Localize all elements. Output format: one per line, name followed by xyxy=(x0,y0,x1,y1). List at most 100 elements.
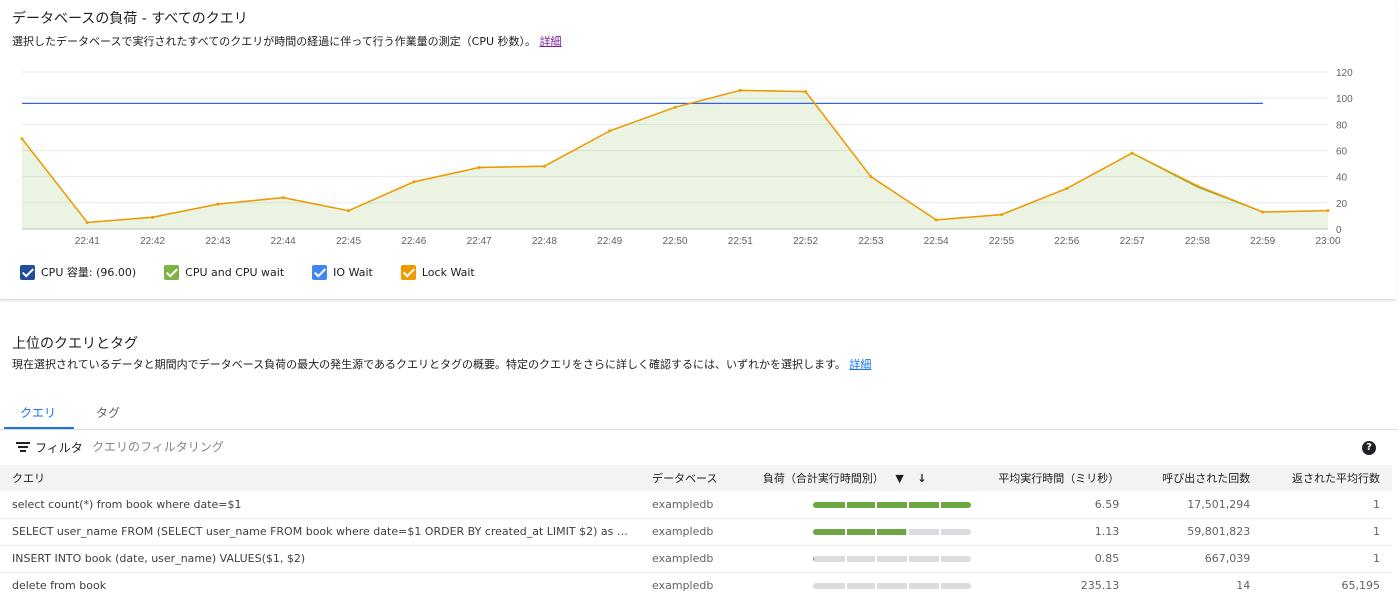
x-tick-label: 22:48 xyxy=(532,236,557,247)
legend-checkbox[interactable] xyxy=(400,264,416,280)
load-bar-separator xyxy=(906,529,909,535)
y-tick-label: 60 xyxy=(1336,147,1348,158)
y-tick-label: 0 xyxy=(1336,225,1342,236)
legend-item[interactable]: CPU and CPU wait xyxy=(164,264,284,280)
data-point xyxy=(1130,151,1134,155)
load-bar-separator xyxy=(844,529,847,535)
chart-subtitle: 選択したデータベースで実行されたすべてのクエリが時間の経過に伴って行う作業量の測… xyxy=(12,33,562,49)
data-point xyxy=(869,175,873,179)
column-header-query[interactable]: クエリ xyxy=(0,465,640,491)
x-tick-label: 22:44 xyxy=(271,236,296,247)
calls-cell: 667,039 xyxy=(1131,545,1263,573)
column-header-load[interactable]: 負荷（合計実行時間別） ▼ ↓ xyxy=(749,465,983,491)
x-tick-label: 22:50 xyxy=(662,236,687,247)
avg-time-cell: 1.13 xyxy=(982,518,1132,546)
load-bar-fill xyxy=(812,501,971,508)
load-bar-cell xyxy=(748,572,983,599)
data-point xyxy=(608,129,612,133)
filter-label[interactable]: フィルタ xyxy=(35,439,83,456)
top-queries-subtitle: 現在選択されているデータと期間内でデータベース負荷の最大の発生源であるクエリとタ… xyxy=(12,356,871,372)
load-bar-separator xyxy=(874,556,877,562)
avg-time-cell: 0.85 xyxy=(982,545,1132,573)
x-tick-label: 22:42 xyxy=(140,236,165,247)
legend-checkbox[interactable] xyxy=(312,264,328,280)
data-point xyxy=(804,90,808,94)
load-bar-cell xyxy=(748,491,983,519)
legend-label: CPU 容量: (96.00) xyxy=(41,266,137,279)
legend-label: CPU and CPU wait xyxy=(185,265,285,279)
avg-time-cell: 6.59 xyxy=(982,491,1132,519)
x-tick-label: 22:52 xyxy=(793,236,818,247)
sort-dropdown-icon[interactable]: ▼ xyxy=(895,472,903,485)
data-point xyxy=(151,215,155,219)
sort-descending-icon[interactable]: ↓ xyxy=(917,472,926,485)
table-row[interactable]: INSERT INTO book (date, user_name) VALUE… xyxy=(0,545,1392,573)
load-bar-cell xyxy=(748,545,983,573)
table-row[interactable]: select count(*) from book where date=$1 e… xyxy=(0,491,1392,519)
top-queries-subtitle-text: 現在選択されているデータと期間内でデータベース負荷の最大の発生源であるクエリとタ… xyxy=(12,358,846,371)
load-bar-separator xyxy=(938,529,941,535)
top-queries-details-link[interactable]: 詳細 xyxy=(849,358,871,371)
data-point xyxy=(85,220,89,224)
data-point xyxy=(1326,209,1330,213)
filter-icon[interactable] xyxy=(16,442,30,454)
data-point xyxy=(1195,184,1199,188)
data-point xyxy=(1000,213,1003,217)
avg-rows-cell: 1 xyxy=(1262,491,1392,519)
tab-queries[interactable]: クエリ xyxy=(12,404,64,421)
cpu-area xyxy=(22,90,1328,229)
data-point xyxy=(738,88,742,92)
database-load-chart[interactable]: 0 20 40 60 80 100 120 22:41 22:42 22:43 22:44 22:45… xyxy=(0,60,1396,250)
query-text-cell: delete from book xyxy=(0,572,640,599)
load-bar-separator xyxy=(938,501,941,508)
column-header-avg-rows[interactable]: 返された平均行数 xyxy=(1262,465,1392,491)
tab-tags[interactable]: タグ xyxy=(88,404,128,421)
y-tick-label: 100 xyxy=(1336,94,1353,105)
query-tag-tabs: クエリ タグ xyxy=(0,400,1398,430)
load-bar-separator xyxy=(844,583,847,589)
column-header-database[interactable]: データベース xyxy=(640,465,749,491)
column-header-avg-time[interactable]: 平均実行時間（ミリ秒） xyxy=(983,465,1131,491)
chart-details-link[interactable]: 詳細 xyxy=(540,35,562,48)
load-bar xyxy=(812,501,971,508)
legend-checkbox[interactable] xyxy=(164,264,180,280)
load-bar-separator xyxy=(844,501,847,508)
load-bar xyxy=(812,583,971,589)
calls-cell: 59,801,823 xyxy=(1131,518,1263,546)
load-bar-separator xyxy=(874,529,877,535)
x-tick-label: 22:55 xyxy=(989,236,1014,247)
query-text-cell: SELECT user_name FROM (SELECT user_name … xyxy=(0,518,640,546)
query-text-cell: INSERT INTO book (date, user_name) VALUE… xyxy=(0,545,640,573)
table-row[interactable]: SELECT user_name FROM (SELECT user_name … xyxy=(0,518,1392,546)
table-header-row: クエリ データベース 負荷（合計実行時間別） ▼ ↓ 平均実行時間（ミリ秒） 呼… xyxy=(0,465,1392,491)
help-icon[interactable]: ? xyxy=(1362,441,1376,455)
column-header-calls[interactable]: 呼び出された回数 xyxy=(1131,465,1262,491)
table-row[interactable]: delete from book exampledb 235.13 14 65,195 xyxy=(0,572,1392,599)
filter-bar: フィルタ ? xyxy=(0,432,1398,464)
x-tick-label: 22:51 xyxy=(728,236,753,247)
query-filter-input[interactable] xyxy=(92,437,492,457)
top-queries-table: クエリ データベース 負荷（合計実行時間別） ▼ ↓ 平均実行時間（ミリ秒） 呼… xyxy=(0,465,1392,599)
load-bar-separator xyxy=(906,583,909,589)
database-cell: exampledb xyxy=(640,518,749,546)
x-tick-label: 22:43 xyxy=(205,236,230,247)
load-bar-separator xyxy=(906,501,909,508)
data-point xyxy=(20,137,24,141)
load-bar xyxy=(812,556,971,562)
load-bar-separator xyxy=(938,556,941,562)
x-tick-label: 22:41 xyxy=(75,236,100,247)
database-cell: exampledb xyxy=(640,572,749,599)
legend-item[interactable]: IO Wait xyxy=(312,264,373,280)
y-tick-label: 40 xyxy=(1336,173,1348,184)
x-tick-label: 22:53 xyxy=(858,236,883,247)
avg-rows-cell: 65,195 xyxy=(1262,572,1392,599)
legend-item[interactable]: CPU 容量: (96.00) xyxy=(20,264,136,280)
legend-checkbox[interactable] xyxy=(20,264,35,280)
avg-rows-cell: 1 xyxy=(1262,545,1392,573)
load-bar-separator xyxy=(874,501,877,508)
x-tick-label: 22:59 xyxy=(1250,236,1275,247)
load-header-label: 負荷（合計実行時間別） xyxy=(762,472,884,485)
data-point xyxy=(412,180,416,184)
top-queries-title: 上位のクエリとタグ xyxy=(12,336,138,352)
legend-item[interactable]: Lock Wait xyxy=(400,264,475,280)
